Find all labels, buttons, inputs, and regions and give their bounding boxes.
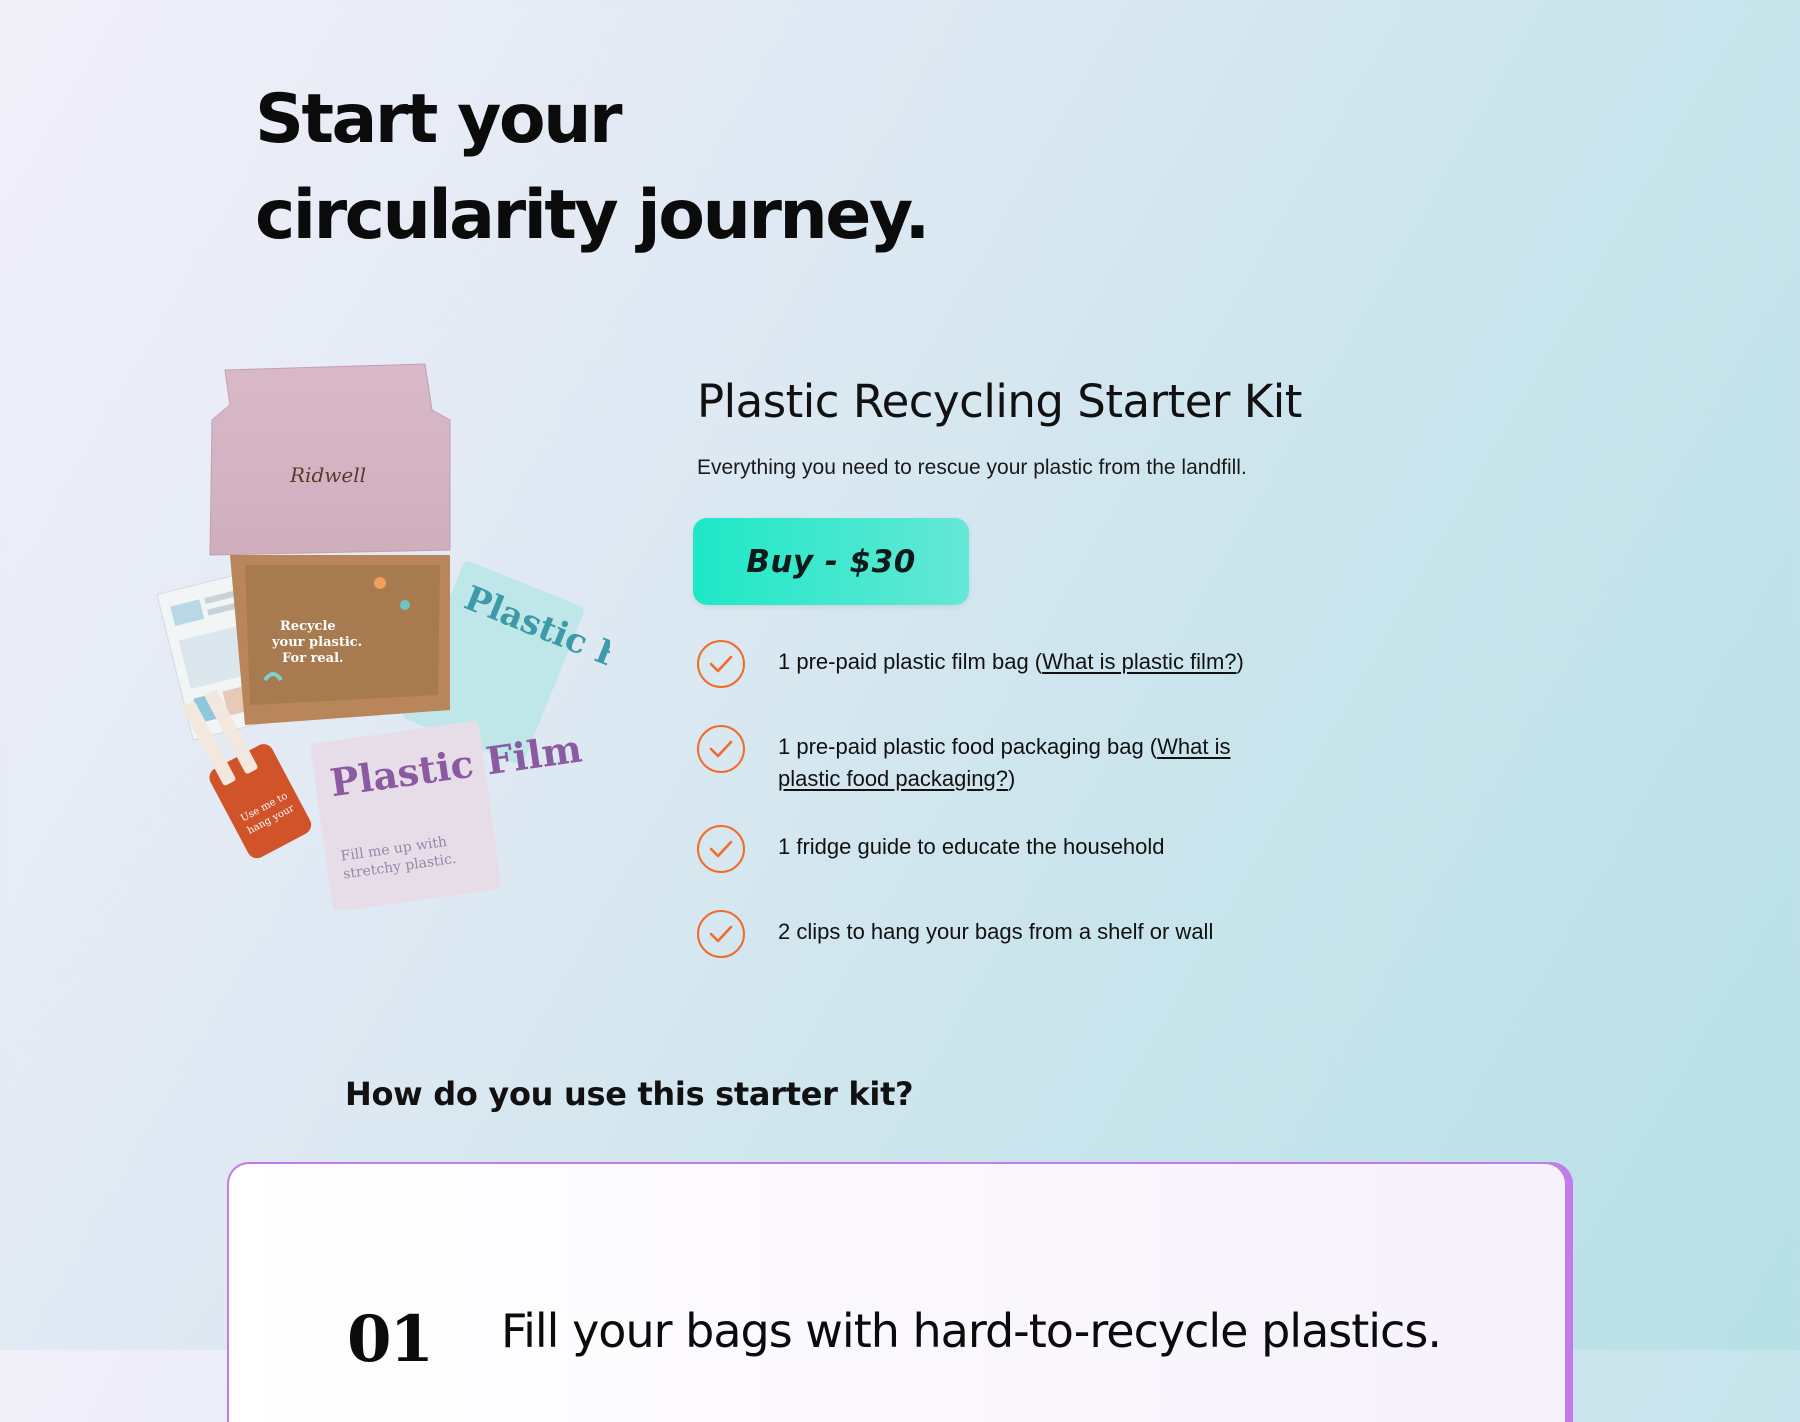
- hero-title-line-2: circularity journey.: [255, 176, 930, 255]
- feature-text: 1 pre-paid plastic film bag (What is pla…: [778, 649, 1244, 674]
- hero-title-line-1: Start your: [255, 80, 623, 159]
- what-is-plastic-film-link[interactable]: What is plastic film?: [1042, 649, 1236, 674]
- svg-text:For real.: For real.: [282, 651, 344, 666]
- product-title: Plastic Recycling Starter Kit: [697, 375, 1302, 428]
- feature-text: 1 pre-paid plastic food packaging bag (W…: [778, 734, 1231, 791]
- check-circle-icon: [697, 910, 745, 958]
- feature-item-clips: 2 clips to hang your bags from a shelf o…: [697, 910, 1213, 958]
- check-circle-icon: [697, 725, 745, 773]
- svg-text:Recycle: Recycle: [280, 619, 336, 634]
- feature-item-film-bag: 1 pre-paid plastic film bag (What is pla…: [697, 640, 1244, 688]
- how-to-use-heading: How do you use this starter kit?: [345, 1075, 914, 1113]
- feature-text: 2 clips to hang your bags from a shelf o…: [778, 919, 1214, 944]
- svg-text:your plastic.: your plastic.: [271, 635, 362, 650]
- product-image: Plastic Food Packaging Ridwell Recycle y…: [150, 350, 884, 912]
- feature-item-fridge-guide: 1 fridge guide to educate the household: [697, 825, 1165, 873]
- hero-title: Start your circularity journey.: [255, 72, 930, 264]
- check-circle-icon: [697, 640, 745, 688]
- feature-text: 1 fridge guide to educate the household: [778, 834, 1165, 859]
- step-number: 01: [347, 1302, 434, 1377]
- feature-item-food-bag: 1 pre-paid plastic food packaging bag (W…: [697, 725, 1298, 795]
- buy-button[interactable]: Buy - $30: [693, 518, 969, 605]
- box-brand-logo: Ridwell: [289, 463, 366, 487]
- step-card: 01 Fill your bags with hard-to-recycle p…: [227, 1162, 1567, 1422]
- product-subtitle: Everything you need to rescue your plast…: [697, 456, 1247, 479]
- check-circle-icon: [697, 825, 745, 873]
